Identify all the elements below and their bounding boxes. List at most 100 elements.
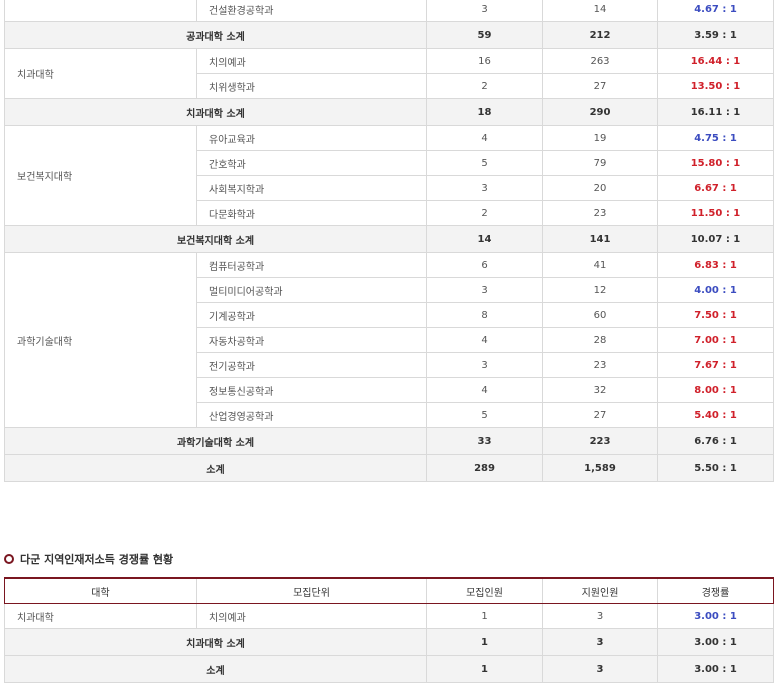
ratio-cell: 3.00 : 1 [657,603,774,629]
college-cell: 치과대학 [4,48,197,99]
college-cell: 보건복지대학 [4,125,197,226]
college-cell: 과학기술대학 [4,252,197,428]
table-row: 과학기술대학 컴퓨터공학과 6 41 6.83 : 1 [4,252,774,428]
ratio-cell: 3.00 : 1 [657,655,774,683]
subtotal-row: 소계 289 1,589 5.50 : 1 [4,454,774,482]
applicants-cell: 28 [542,327,658,353]
quota-cell: 1 [426,628,543,656]
quota-cell: 1 [426,655,543,683]
subtotal-label: 보건복지대학 소계 [4,225,427,253]
applicants-cell: 3 [542,628,658,656]
ratio-cell: 10.07 : 1 [657,225,774,253]
quota-cell: 8 [426,302,543,328]
ratio-cell: 7.00 : 1 [657,327,774,353]
applicants-cell: 1,589 [542,454,658,482]
applicants-cell: 60 [542,302,658,328]
quota-cell: 3 [426,352,543,378]
department-cell: 컴퓨터공학과 [196,252,427,278]
quota-cell: 14 [426,225,543,253]
ratio-cell: 15.80 : 1 [657,150,774,176]
header-applicants: 지원인원 [542,577,658,604]
subtotal-label: 소계 [4,655,427,683]
quota-cell: 59 [426,21,543,49]
department-cell: 치위생학과 [196,73,427,99]
applicants-cell: 79 [542,150,658,176]
department-cell: 정보통신공학과 [196,377,427,403]
ratio-cell: 16.11 : 1 [657,98,774,126]
ratio-cell: 4.75 : 1 [657,125,774,151]
section-title: 다군 지역인재저소득 경쟁률 현황 [4,551,173,567]
department-cell: 다문화학과 [196,200,427,226]
quota-cell: 2 [426,200,543,226]
quota-cell: 18 [426,98,543,126]
header-college: 대학 [4,577,197,604]
applicants-cell: 141 [542,225,658,253]
subtotal-row: 소계 1 3 3.00 : 1 [4,655,774,683]
ratio-cell: 4.67 : 1 [657,0,774,22]
department-cell: 치의예과 [196,603,427,629]
subtotal-label: 공과대학 소계 [4,21,427,49]
section-title-text: 다군 지역인재저소득 경쟁률 현황 [20,553,174,566]
department-cell: 산업경영공학과 [196,402,427,428]
quota-cell: 3 [426,277,543,303]
ratio-cell: 7.67 : 1 [657,352,774,378]
ratio-cell: 16.44 : 1 [657,48,774,74]
subtotal-row: 보건복지대학 소계 14 141 10.07 : 1 [4,225,774,253]
applicants-cell: 223 [542,427,658,455]
competition-table: 건설환경공학과 3 14 4.67 : 1 공과대학 소계 59 212 3.59 : 1 치과… [4,0,774,482]
header-quota: 모집인원 [426,577,543,604]
table-row: 치과대학 치의예과 1 3 3.00 : 1 [4,603,774,629]
ratio-cell: 13.50 : 1 [657,73,774,99]
ratio-cell: 11.50 : 1 [657,200,774,226]
applicants-cell: 32 [542,377,658,403]
ratio-cell: 3.00 : 1 [657,628,774,656]
department-cell: 자동차공학과 [196,327,427,353]
applicants-cell: 12 [542,277,658,303]
ratio-cell: 5.40 : 1 [657,402,774,428]
applicants-cell: 19 [542,125,658,151]
ratio-cell: 8.00 : 1 [657,377,774,403]
department-cell: 기계공학과 [196,302,427,328]
subtotal-row: 과학기술대학 소계 33 223 6.76 : 1 [4,427,774,455]
ratio-cell: 5.50 : 1 [657,454,774,482]
subtotal-label: 소계 [4,454,427,482]
applicants-cell: 263 [542,48,658,74]
applicants-cell: 3 [542,603,658,629]
applicants-cell: 27 [542,402,658,428]
header-ratio: 경쟁률 [657,577,774,604]
quota-cell: 16 [426,48,543,74]
quota-cell: 1 [426,603,543,629]
ratio-cell: 6.76 : 1 [657,427,774,455]
applicants-cell: 290 [542,98,658,126]
table-row: 보건복지대학 유아교육과 4 19 4.75 : 1 [4,125,774,226]
ratio-cell: 4.00 : 1 [657,277,774,303]
applicants-cell: 41 [542,252,658,278]
applicants-cell: 20 [542,175,658,201]
quota-cell: 2 [426,73,543,99]
header-unit: 모집단위 [196,577,427,604]
department-cell: 멀티미디어공학과 [196,277,427,303]
department-cell: 건설환경공학과 [196,0,427,22]
quota-cell: 5 [426,150,543,176]
department-cell: 전기공학과 [196,352,427,378]
regional-competition-table: 대학 모집단위 모집인원 지원인원 경쟁률 치과대학 치의예과 1 3 3.00 : 1… [4,577,774,683]
subtotal-label: 치과대학 소계 [4,98,427,126]
ratio-cell: 7.50 : 1 [657,302,774,328]
quota-cell: 4 [426,377,543,403]
applicants-cell: 23 [542,352,658,378]
subtotal-row: 치과대학 소계 18 290 16.11 : 1 [4,98,774,126]
quota-cell: 3 [426,0,543,22]
quota-cell: 33 [426,427,543,455]
college-cell: 치과대학 [4,603,197,629]
applicants-cell: 23 [542,200,658,226]
ratio-cell: 3.59 : 1 [657,21,774,49]
quota-cell: 4 [426,327,543,353]
table-row: 치과대학 치의예과 16 263 16.44 : 1 [4,48,774,99]
quota-cell: 5 [426,402,543,428]
department-cell: 사회복지학과 [196,175,427,201]
department-cell: 치의예과 [196,48,427,74]
applicants-cell: 212 [542,21,658,49]
department-cell: 유아교육과 [196,125,427,151]
college-cell [4,0,197,22]
circle-bullet-icon [4,554,14,564]
